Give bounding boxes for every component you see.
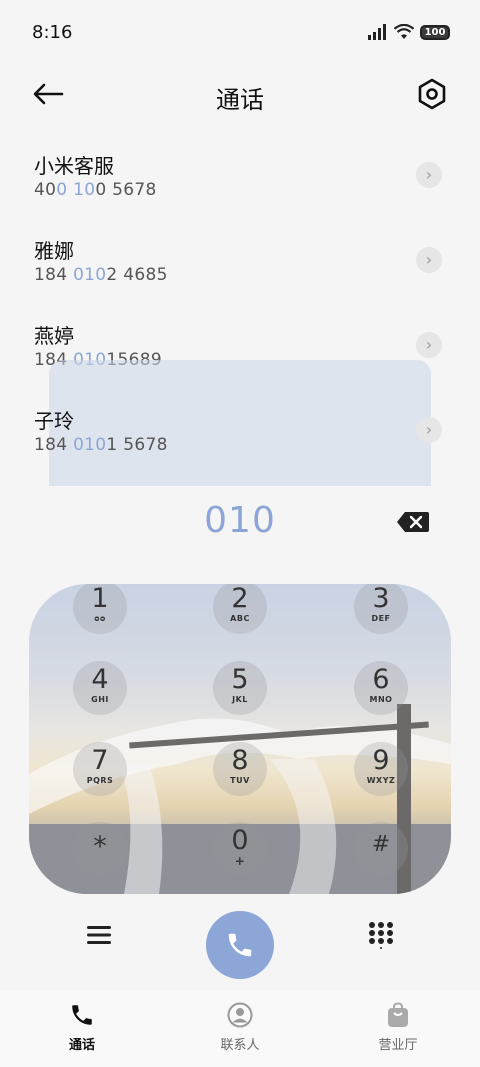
chevron-right-icon[interactable]: › — [416, 417, 442, 443]
header: 通话 — [0, 66, 480, 122]
settings-button[interactable] — [414, 76, 450, 112]
key-1[interactable]: 1 ᴑᴑ — [73, 584, 127, 634]
dialpad-toggle-button[interactable] — [368, 921, 394, 949]
contact-name: 小米客服 — [34, 154, 114, 178]
key-2[interactable]: 2 ABC — [213, 584, 267, 634]
key-7[interactable]: 7 PQRS — [73, 742, 127, 796]
nav-store[interactable]: 营业厅 — [358, 1002, 438, 1053]
status-time: 8:16 — [32, 22, 73, 43]
nav-contacts[interactable]: 联系人 — [200, 1002, 280, 1053]
key-9[interactable]: 9 WXYZ — [354, 742, 408, 796]
page-title: 通话 — [216, 86, 264, 114]
key-star[interactable]: * — [73, 822, 127, 876]
backspace-button[interactable] — [396, 511, 430, 533]
contact-item[interactable]: 子玲 184 0101 5678 › — [0, 405, 480, 485]
contact-number: 184 0102 4685 — [34, 265, 168, 285]
contact-name: 燕婷 — [34, 324, 74, 348]
dialpad-icon — [369, 922, 393, 949]
person-icon — [227, 1002, 253, 1028]
nav-contacts-label: 联系人 — [220, 1038, 260, 1053]
contact-name: 子玲 — [34, 409, 74, 433]
nav-store-label: 营业厅 — [378, 1038, 418, 1053]
contact-number: 184 0101 5678 — [34, 435, 168, 455]
bottom-navigation: 通话 联系人 营业厅 — [0, 990, 480, 1067]
chevron-right-icon[interactable]: › — [416, 162, 442, 188]
menu-icon — [87, 926, 111, 944]
contact-item[interactable]: 小米客服 400 100 5678 › — [0, 150, 480, 230]
phone-icon — [228, 933, 252, 957]
key-0[interactable]: 0 + — [213, 822, 267, 876]
contact-item[interactable]: 雅娜 184 0102 4685 › — [0, 235, 480, 315]
battery-icon: 100 — [420, 24, 450, 40]
key-5[interactable]: 5 JKL — [213, 661, 267, 715]
voicemail-icon: ᴑᴑ — [94, 614, 106, 623]
nav-calls-label: 通话 — [68, 1038, 95, 1053]
signal-icon — [368, 24, 386, 40]
keypad: 1 ᴑᴑ 2 ABC 3 DEF 4 GHI 5 JKL 6 MNO 7 PQRS 8 TUV … — [29, 584, 451, 894]
key-3[interactable]: 3 DEF — [354, 584, 408, 634]
menu-button[interactable] — [87, 924, 111, 946]
contact-name: 雅娜 — [34, 239, 74, 263]
status-icons: 100 — [368, 24, 450, 40]
key-4[interactable]: 4 GHI — [73, 661, 127, 715]
key-8[interactable]: 8 TUV — [213, 742, 267, 796]
backspace-icon — [397, 512, 429, 532]
settings-hexagon-icon — [418, 78, 446, 110]
contact-number: 400 100 5678 — [34, 180, 157, 200]
key-6[interactable]: 6 MNO — [354, 661, 408, 715]
wifi-icon — [394, 24, 414, 39]
shopping-bag-icon — [388, 1002, 408, 1027]
status-bar: 8:16 100 — [0, 0, 480, 66]
chevron-right-icon[interactable]: › — [416, 247, 442, 273]
phone-icon — [72, 1005, 92, 1025]
chevron-right-icon[interactable]: › — [416, 332, 442, 358]
key-hash[interactable]: # — [354, 822, 408, 876]
nav-calls[interactable]: 通话 — [42, 1002, 122, 1053]
call-button[interactable] — [206, 911, 274, 979]
